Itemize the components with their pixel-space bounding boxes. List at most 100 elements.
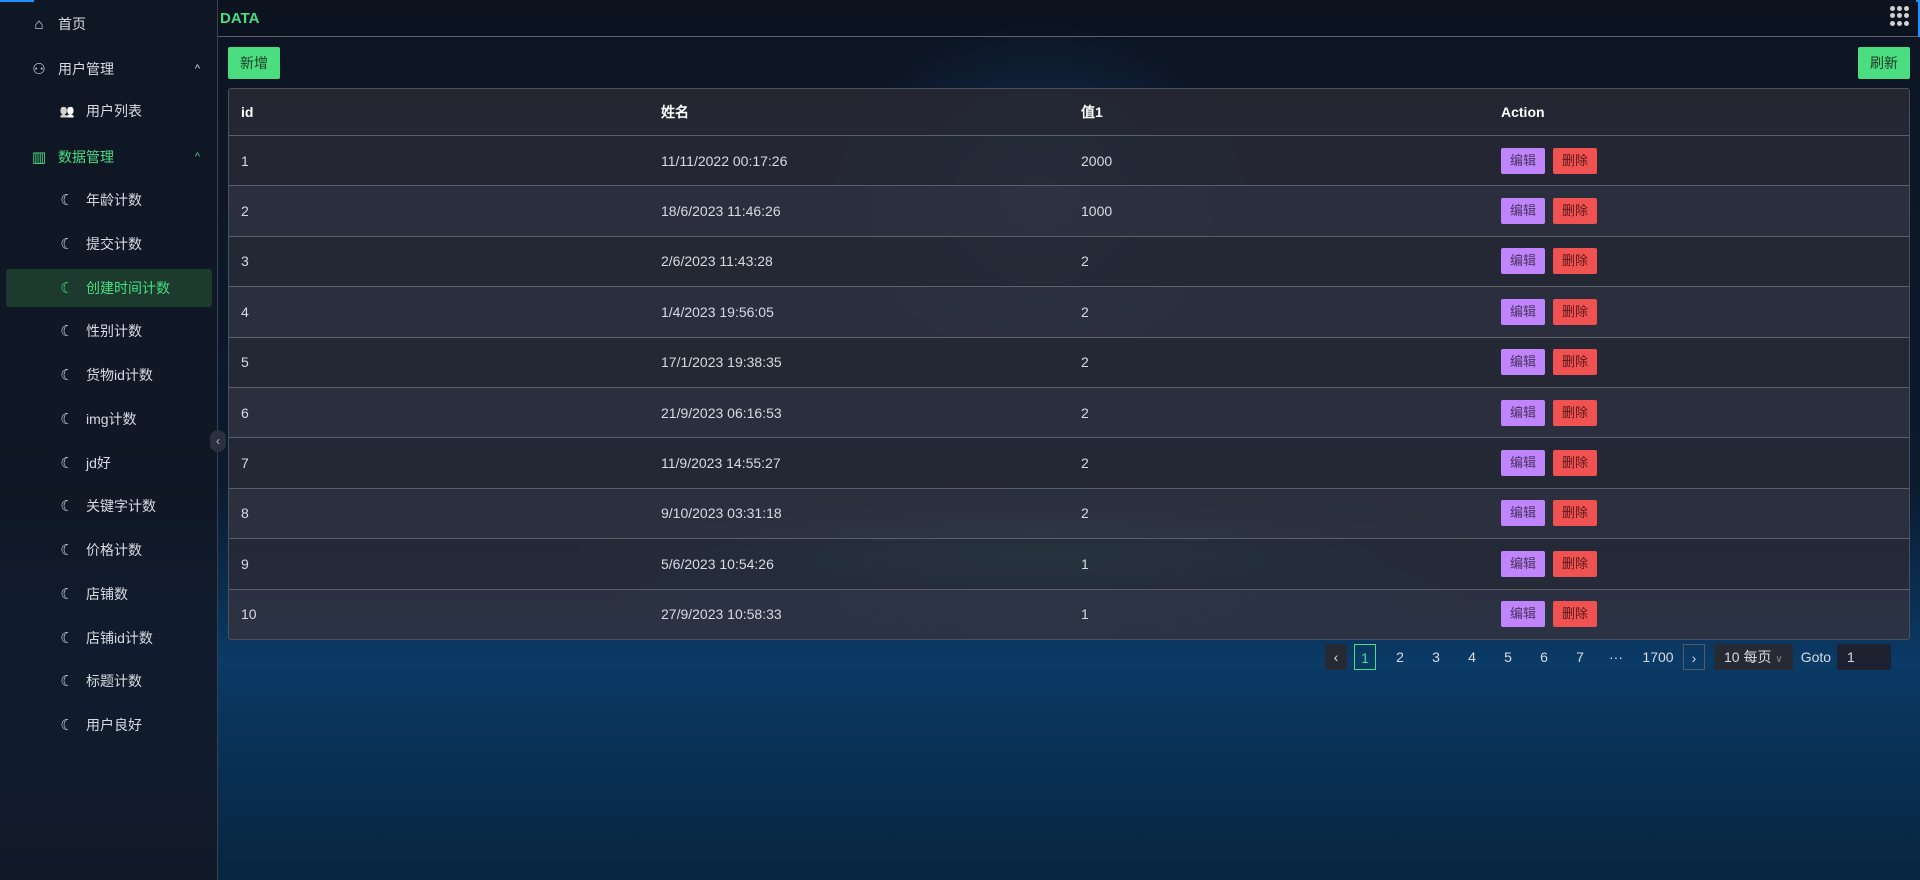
table-row: 3 2/6/2023 11:43:28 2 编辑 删除: [229, 235, 1909, 287]
collapse-sidebar-button[interactable]: ‹: [210, 430, 226, 452]
table-row: 4 1/4/2023 19:56:05 2 编辑 删除: [229, 286, 1909, 337]
moon-icon: ☾: [60, 236, 74, 253]
page-size-select[interactable]: 10 每页 ∨: [1714, 644, 1793, 670]
table-row: 9 5/6/2023 10:54:26 1 编辑 删除: [229, 538, 1909, 589]
home-icon: ⌂: [34, 15, 44, 33]
delete-button[interactable]: 删除: [1553, 349, 1598, 376]
sidebar-item[interactable]: ☾ 关键字计数: [6, 487, 212, 525]
sidebar-item[interactable]: ☾ img计数: [6, 400, 212, 438]
corner-accent: [1916, 0, 1920, 37]
table-row: 2 18/6/2023 11:46:26 1000 编辑 删除: [229, 185, 1909, 236]
delete-button[interactable]: 删除: [1553, 601, 1598, 628]
page-2[interactable]: 2: [1383, 644, 1417, 670]
sidebar-item-label: 创建时间计数: [86, 280, 170, 296]
page-6[interactable]: 6: [1527, 644, 1561, 670]
sidebar-item[interactable]: ☾ 价格计数: [6, 531, 212, 569]
goto-label: Goto: [1800, 649, 1832, 665]
cell-action: 编辑 删除: [1489, 450, 1909, 477]
page-3[interactable]: 3: [1419, 644, 1453, 670]
page-7[interactable]: 7: [1563, 644, 1597, 670]
sidebar-item[interactable]: ☾ 货物id计数: [6, 356, 212, 394]
page-5[interactable]: 5: [1491, 644, 1525, 670]
edit-button[interactable]: 编辑: [1501, 399, 1546, 426]
cell-action: 编辑 删除: [1489, 500, 1909, 527]
edit-button[interactable]: 编辑: [1501, 298, 1546, 325]
cell-id: 6: [241, 404, 249, 421]
prev-page-button[interactable]: ‹: [1325, 644, 1347, 670]
cell-name: 18/6/2023 11:46:26: [661, 203, 781, 220]
sidebar-item-label: 货物id计数: [86, 367, 153, 383]
edit-button[interactable]: 编辑: [1501, 198, 1546, 225]
moon-icon: ☾: [60, 192, 74, 209]
sidebar-item[interactable]: ☾ 店铺id计数: [6, 619, 212, 657]
sidebar-item[interactable]: ☾ 标题计数: [6, 662, 212, 700]
apps-grid-icon[interactable]: [1890, 6, 1910, 26]
cell-action: 编辑 删除: [1489, 399, 1909, 426]
cell-id: 3: [241, 253, 249, 270]
edit-button[interactable]: 编辑: [1501, 147, 1546, 174]
sidebar: ⌂ 首页 ⚇ 用户管理 ^ 👥 用户列表 ▥ 数据管理 ^ ☾ 年龄计数 ☾ 提交计数 ☾ 创建时间计数 ☾ 性别…: [0, 0, 226, 880]
pagination-ellipsis[interactable]: ···: [1599, 644, 1633, 670]
cell-value1: 2000: [1081, 152, 1113, 169]
sidebar-item-label: 用户管理: [58, 61, 114, 77]
page-4[interactable]: 4: [1455, 644, 1489, 670]
page-last[interactable]: 1700: [1635, 644, 1681, 670]
edit-button[interactable]: 编辑: [1501, 450, 1546, 477]
sidebar-item[interactable]: ☾ 年龄计数: [6, 181, 212, 219]
sidebar-accent-line: [0, 0, 34, 2]
users-filled-icon: 👥: [59, 104, 75, 118]
cell-action: 编辑 删除: [1489, 601, 1909, 628]
table-row: 6 21/9/2023 06:16:53 2 编辑 删除: [229, 386, 1909, 438]
goto-input[interactable]: [1837, 644, 1892, 670]
cell-name: 11/9/2023 14:55:27: [661, 455, 781, 472]
add-button[interactable]: 新增: [228, 47, 280, 79]
sidebar-item[interactable]: 👥 用户列表: [6, 92, 212, 130]
cell-name: 5/6/2023 10:54:26: [661, 555, 774, 572]
edit-button[interactable]: 编辑: [1501, 349, 1546, 376]
header-action: Action: [1501, 104, 1545, 120]
delete-button[interactable]: 删除: [1553, 399, 1598, 426]
sidebar-item-label: 店铺数: [86, 586, 128, 602]
next-page-button[interactable]: ›: [1683, 644, 1705, 670]
chevron-up-icon[interactable]: ^: [195, 63, 200, 75]
delete-button[interactable]: 删除: [1553, 298, 1598, 325]
cell-value1: 1: [1081, 555, 1089, 572]
edit-button[interactable]: 编辑: [1501, 248, 1546, 275]
sidebar-item-label: 性别计数: [86, 323, 142, 339]
moon-icon: ☾: [60, 411, 74, 428]
sidebar-item[interactable]: ☾ 用户良好: [6, 706, 212, 744]
edit-button[interactable]: 编辑: [1501, 500, 1546, 527]
table-row: 1 11/11/2022 00:17:26 2000 编辑 删除: [229, 135, 1909, 186]
delete-button[interactable]: 删除: [1553, 450, 1598, 477]
sidebar-item-label: 年龄计数: [86, 192, 142, 208]
edit-button[interactable]: 编辑: [1501, 601, 1546, 628]
sidebar-item[interactable]: ⌂ 首页: [6, 5, 212, 43]
page-title: DATA: [220, 10, 260, 27]
refresh-button[interactable]: 刷新: [1858, 47, 1910, 79]
delete-button[interactable]: 删除: [1553, 248, 1598, 275]
delete-button[interactable]: 删除: [1553, 500, 1598, 527]
sidebar-item[interactable]: ☾ 性别计数: [6, 312, 212, 350]
cell-name: 21/9/2023 06:16:53: [661, 404, 782, 421]
delete-button[interactable]: 删除: [1553, 550, 1598, 577]
sidebar-item[interactable]: ☾ jd好: [6, 444, 212, 482]
cell-id: 5: [241, 354, 249, 371]
data-table: id 姓名 值1 Action 1 11/11/2022 00:17:26 2000…: [228, 88, 1910, 640]
moon-icon: ☾: [60, 323, 74, 340]
delete-button[interactable]: 删除: [1553, 198, 1598, 225]
delete-button[interactable]: 删除: [1553, 147, 1598, 174]
edit-button[interactable]: 编辑: [1501, 550, 1546, 577]
sidebar-item[interactable]: ⚇ 用户管理 ^: [6, 50, 212, 88]
cell-value1: 2: [1081, 455, 1089, 472]
cell-id: 9: [241, 555, 249, 572]
chevron-up-icon[interactable]: ^: [195, 151, 200, 163]
cell-action: 编辑 删除: [1489, 550, 1909, 577]
sidebar-item[interactable]: ☾ 提交计数: [6, 225, 212, 263]
page-1[interactable]: 1: [1354, 644, 1376, 670]
sidebar-item[interactable]: ▥ 数据管理 ^: [6, 138, 212, 176]
sidebar-item[interactable]: ☾ 创建时间计数: [6, 269, 212, 307]
cell-value1: 2: [1081, 354, 1089, 371]
sidebar-item-label: 价格计数: [86, 542, 142, 558]
sidebar-item[interactable]: ☾ 店铺数: [6, 575, 212, 613]
cell-name: 11/11/2022 00:17:26: [661, 152, 788, 169]
